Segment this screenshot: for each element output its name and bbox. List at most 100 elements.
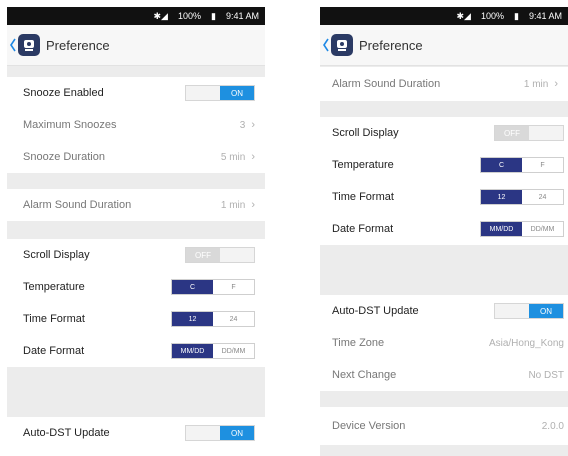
snooze-enabled-label: Snooze Enabled <box>23 87 104 99</box>
alarm-sound-duration-value: 1 min <box>220 199 246 211</box>
dst-settings-group: Auto-DST Update ON <box>7 417 265 456</box>
clock-time: 9:41 AM <box>225 11 259 21</box>
battery-icon: ▮ <box>211 10 216 21</box>
toggle-on-label: ON <box>529 304 563 318</box>
app-logo-icon <box>331 34 353 56</box>
status-bar: ✱◢ 100% ▮ 9:41 AM <box>320 7 568 25</box>
time-format-segmented-control: 12 24 <box>480 189 564 205</box>
toggle-off-label: OFF <box>186 248 220 262</box>
time-zone-row[interactable]: Time Zone Asia/Hong_Kong <box>320 327 568 359</box>
auto-dst-update-row[interactable]: Auto-DST Update ON <box>7 417 265 449</box>
device-version-row: Device Version 2.0.0 <box>320 410 568 442</box>
page-title: Preference <box>359 37 423 53</box>
date-format-segmented-control: MM/DD DD/MM <box>171 343 255 359</box>
scroll-display-label: Scroll Display <box>23 249 90 261</box>
phone-screen-right: ✱◢ 100% ▮ 9:41 AM Preference Alarm Sound… <box>320 7 568 456</box>
back-chevron-icon[interactable] <box>9 34 17 56</box>
signal-icon: ✱◢ <box>153 10 168 21</box>
date-format-row: Date Format MM/DD DD/MM <box>320 213 568 245</box>
time-format-option-12[interactable]: 12 <box>481 190 522 204</box>
clock-time: 9:41 AM <box>528 11 562 21</box>
snooze-settings-group: Snooze Enabled ON Maximum Snoozes 3 › Sno… <box>7 77 265 173</box>
snooze-duration-label: Snooze Duration <box>23 151 105 163</box>
auto-dst-update-row[interactable]: Auto-DST Update ON <box>320 295 568 327</box>
scroll-display-row[interactable]: Scroll Display OFF <box>320 117 568 149</box>
app-header: Preference <box>7 25 265 66</box>
battery-percent: 100% <box>480 11 505 21</box>
scroll-display-toggle[interactable]: OFF <box>185 247 255 263</box>
next-change-value: No DST <box>528 369 564 381</box>
auto-dst-update-toggle[interactable]: ON <box>494 303 564 319</box>
temperature-option-f[interactable]: F <box>522 158 563 172</box>
temperature-label: Temperature <box>23 281 85 293</box>
alarm-sound-duration-row[interactable]: Alarm Sound Duration 1 min › <box>320 68 568 100</box>
back-chevron-icon[interactable] <box>322 34 330 56</box>
toggle-off-side <box>186 426 220 440</box>
toggle-off-side <box>186 86 220 100</box>
time-format-label: Time Format <box>23 313 85 325</box>
time-format-option-12[interactable]: 12 <box>172 312 213 326</box>
snooze-enabled-toggle[interactable]: ON <box>185 85 255 101</box>
device-version-label: Device Version <box>332 420 406 432</box>
app-header: Preference <box>320 25 568 66</box>
chevron-right-icon: › <box>554 78 558 90</box>
scroll-display-row[interactable]: Scroll Display OFF <box>7 239 265 271</box>
battery-percent: 100% <box>177 11 202 21</box>
maximum-snoozes-value: 3 <box>239 119 246 131</box>
status-bar: ✱◢ 100% ▮ 9:41 AM <box>7 7 265 25</box>
battery-icon: ▮ <box>514 10 519 21</box>
device-version-value: 2.0.0 <box>541 420 564 432</box>
alarm-sound-duration-row[interactable]: Alarm Sound Duration 1 min › <box>7 189 265 221</box>
toggle-off-side <box>495 304 529 318</box>
maximum-snoozes-row[interactable]: Maximum Snoozes 3 › <box>7 109 265 141</box>
scroll-display-toggle[interactable]: OFF <box>494 125 564 141</box>
temperature-option-f[interactable]: F <box>213 280 254 294</box>
temperature-label: Temperature <box>332 159 394 171</box>
snooze-duration-value: 5 min <box>220 151 246 163</box>
date-format-label: Date Format <box>23 345 85 357</box>
date-format-label: Date Format <box>332 223 394 235</box>
snooze-duration-row[interactable]: Snooze Duration 5 min › <box>7 141 265 173</box>
display-settings-group: Scroll Display OFF Temperature C F Time … <box>320 117 568 245</box>
auto-dst-update-toggle[interactable]: ON <box>185 425 255 441</box>
date-format-option-mmdd[interactable]: MM/DD <box>172 344 213 358</box>
date-format-option-mmdd[interactable]: MM/DD <box>481 222 522 236</box>
time-format-segmented-control: 12 24 <box>171 311 255 327</box>
date-format-segmented-control: MM/DD DD/MM <box>480 221 564 237</box>
time-format-row: Time Format 12 24 <box>7 303 265 335</box>
dst-settings-group: Auto-DST Update ON Time Zone Asia/Hong_K… <box>320 295 568 391</box>
temperature-row: Temperature C F <box>320 149 568 181</box>
time-format-option-24[interactable]: 24 <box>213 312 254 326</box>
app-logo-icon <box>18 34 40 56</box>
temperature-row: Temperature C F <box>7 271 265 303</box>
temperature-segmented-control: C F <box>480 157 564 173</box>
display-settings-group: Scroll Display OFF Temperature C F Time … <box>7 239 265 367</box>
device-info-group: Device Version 2.0.0 <box>320 407 568 445</box>
phone-screen-left: ✱◢ 100% ▮ 9:41 AM Preference Snooze Enab… <box>7 7 265 456</box>
time-format-option-24[interactable]: 24 <box>522 190 563 204</box>
chevron-right-icon: › <box>251 151 255 163</box>
temperature-option-c[interactable]: C <box>172 280 213 294</box>
next-change-label: Next Change <box>332 369 397 381</box>
date-format-option-ddmm[interactable]: DD/MM <box>522 222 563 236</box>
scroll-display-label: Scroll Display <box>332 127 399 139</box>
toggle-off-label: OFF <box>495 126 529 140</box>
maximum-snoozes-label: Maximum Snoozes <box>23 119 117 131</box>
auto-dst-update-label: Auto-DST Update <box>332 305 419 317</box>
snooze-enabled-row[interactable]: Snooze Enabled ON <box>7 77 265 109</box>
alarm-sound-duration-label: Alarm Sound Duration <box>23 199 132 211</box>
toggle-on-label: ON <box>220 86 254 100</box>
toggle-on-side <box>220 248 254 262</box>
signal-icon: ✱◢ <box>456 10 471 21</box>
alarm-sound-duration-value: 1 min <box>523 78 549 90</box>
next-change-row: Next Change No DST <box>320 359 568 391</box>
chevron-right-icon: › <box>251 199 255 211</box>
date-format-option-ddmm[interactable]: DD/MM <box>213 344 254 358</box>
date-format-row: Date Format MM/DD DD/MM <box>7 335 265 367</box>
time-format-row: Time Format 12 24 <box>320 181 568 213</box>
toggle-on-label: ON <box>220 426 254 440</box>
auto-dst-update-label: Auto-DST Update <box>23 427 110 439</box>
temperature-option-c[interactable]: C <box>481 158 522 172</box>
time-zone-label: Time Zone <box>332 337 385 349</box>
time-zone-value: Asia/Hong_Kong <box>488 337 564 349</box>
